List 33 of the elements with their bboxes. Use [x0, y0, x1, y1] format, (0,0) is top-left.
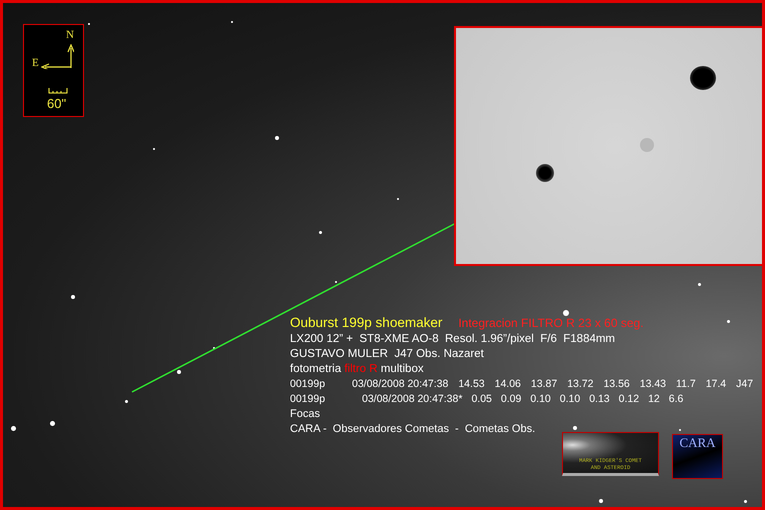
photometry-row: 00199p 03/08/2008 20:47:38 14.53 14.06 13.87 13.72 13.56 13.43 11.7 17.4 J47: [290, 378, 754, 390]
scale-bar-icon: [48, 88, 68, 94]
star-dot: [319, 231, 322, 234]
star-dot: [727, 320, 730, 323]
star-dot: [71, 295, 75, 299]
direction-arrows-icon: [41, 44, 74, 69]
cara-logo: CARA: [672, 434, 723, 479]
star-dot: [690, 66, 716, 90]
caption-text: LX200 12” + ST8-XME AO-8 Resol. 1.96”/pixel F/6 F1884mm: [290, 333, 616, 345]
star-dot: [11, 426, 16, 431]
star-dot: [50, 421, 55, 426]
star-dot: [563, 310, 569, 316]
caption-text: multibox: [380, 363, 424, 375]
caption-line: Focas: [290, 408, 320, 420]
north-label: N: [66, 29, 74, 41]
star-dot: [125, 400, 128, 403]
comet-dot: [536, 164, 554, 182]
faint-blob: [640, 138, 654, 152]
star-dot: [744, 500, 747, 503]
caption-text: fotometria: [290, 363, 342, 375]
east-label: E: [32, 57, 39, 69]
integration-note: Integracion FILTRO R 23 x 60 seg.: [458, 316, 644, 330]
caption-text: filtro R: [344, 363, 378, 375]
star-dot: [698, 283, 701, 286]
star-dot: [599, 499, 603, 503]
star-dot: [275, 136, 279, 140]
caption-line: CARA - Observadores Cometas - Cometas Obs.: [290, 423, 536, 435]
star-dot: [177, 370, 181, 374]
photometry-row: 00199p 03/08/2008 20:47:38* 0.05 0.09 0.10 0.10 0.13 0.12 12 6.6: [290, 393, 684, 405]
star-dot: [573, 426, 577, 430]
scale-label: 60": [47, 96, 66, 111]
caption-text: GUSTAVO MULER J47 Obs. Nazaret: [290, 348, 484, 360]
caption-title: Ouburst 199p shoemaker: [290, 315, 442, 330]
